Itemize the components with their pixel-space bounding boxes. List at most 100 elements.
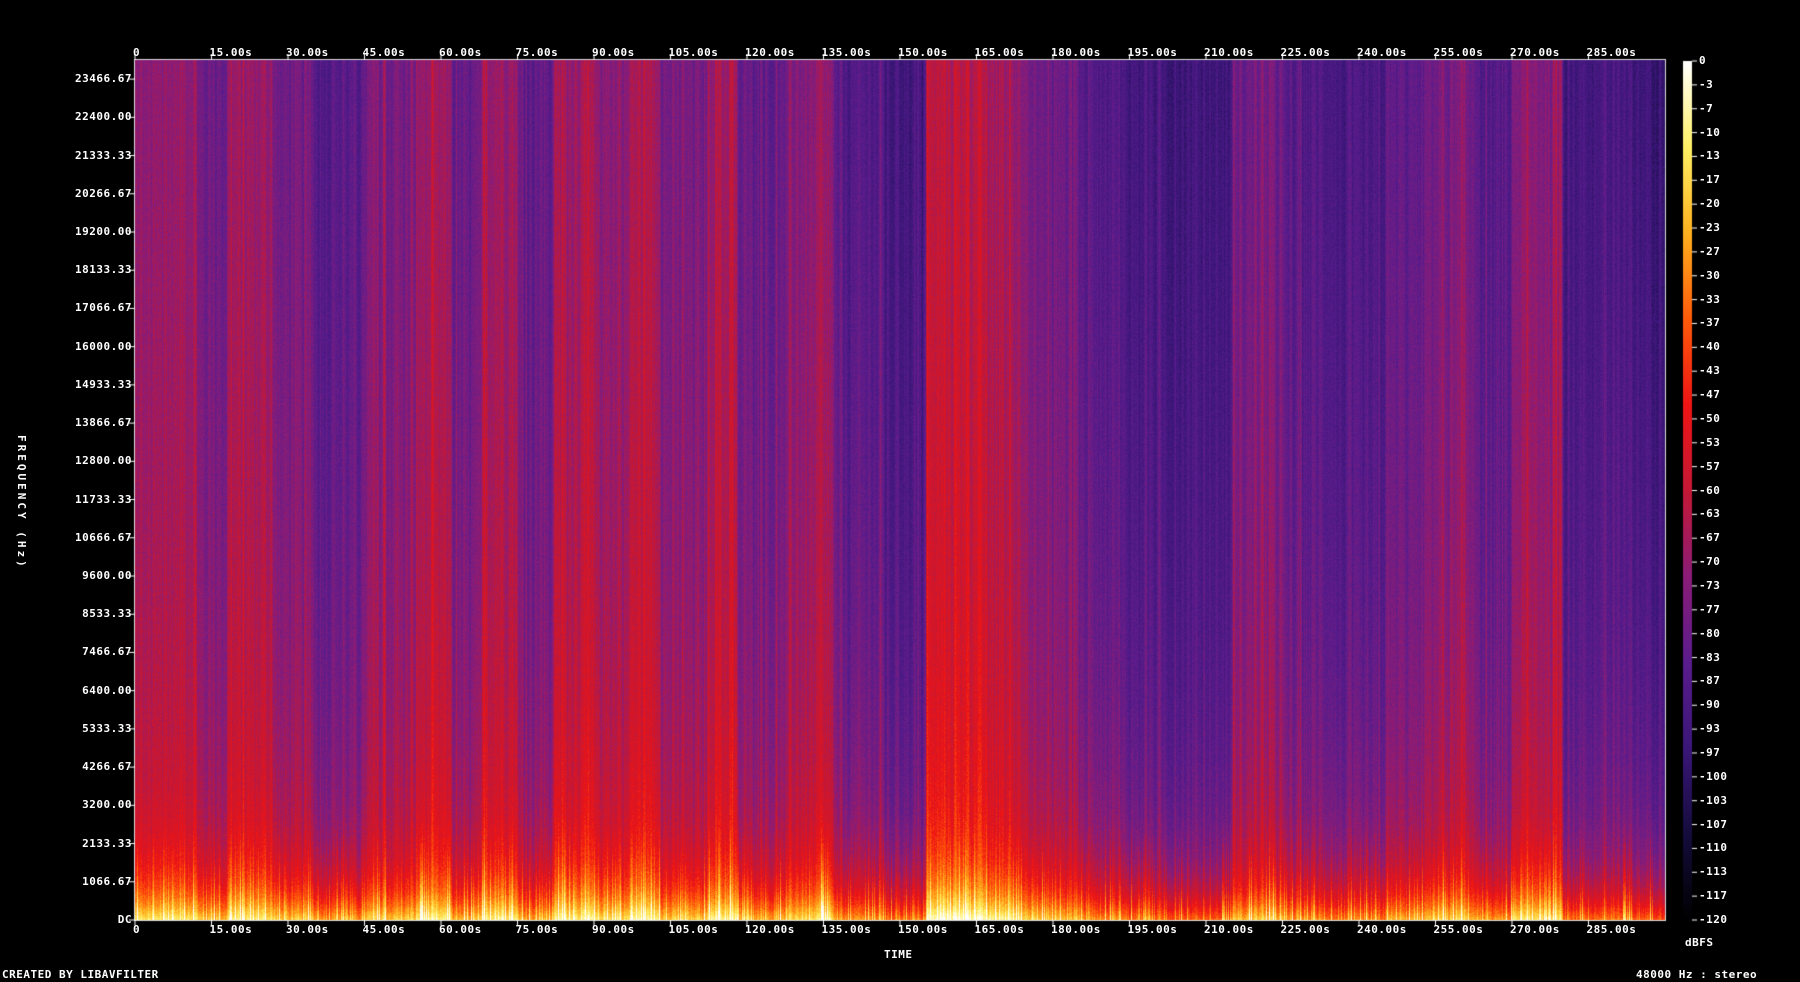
x-tick-label-bottom: 105.00s xyxy=(668,923,719,936)
x-tick-label-bottom: 0 xyxy=(133,923,141,936)
footer-left: CREATED BY LIBAVFILTER xyxy=(2,968,159,981)
colorbar-tick-label: -47 xyxy=(1699,388,1721,402)
x-tick-label-bottom: 255.00s xyxy=(1433,923,1484,936)
colorbar-tick-label: -50 xyxy=(1699,411,1721,425)
y-tick-label: 1066.67 xyxy=(82,874,132,888)
x-tick-label-bottom: 195.00s xyxy=(1127,923,1178,936)
colorbar-tick-label: -57 xyxy=(1699,459,1721,473)
y-tick-label: 4266.67 xyxy=(82,760,132,774)
x-tick-label-top: 90.00s xyxy=(592,46,635,59)
x-tick-label-bottom: 120.00s xyxy=(745,923,795,936)
colorbar-tick-label: -70 xyxy=(1699,555,1721,569)
x-tick-label-bottom: 75.00s xyxy=(515,923,559,936)
x-tick-label-top: 0 xyxy=(133,46,141,59)
colorbar-tick-label: -73 xyxy=(1699,578,1721,592)
x-tick-label-bottom: 240.00s xyxy=(1357,923,1407,936)
colorbar-tick-label: -113 xyxy=(1699,865,1728,879)
x-tick-label-bottom: 165.00s xyxy=(974,923,1025,936)
x-tick-label-top: 45.00s xyxy=(362,46,406,59)
x-tick-label-bottom: 225.00s xyxy=(1280,923,1331,936)
colorbar-tick-label: -27 xyxy=(1699,244,1721,258)
colorbar-tick-label: -110 xyxy=(1699,841,1728,855)
x-tick-label-bottom: 180.00s xyxy=(1051,923,1101,936)
y-tick-label: 8533.33 xyxy=(82,607,132,621)
y-tick-label: 7466.67 xyxy=(82,645,132,659)
x-tick-label-bottom: 135.00s xyxy=(821,923,872,936)
x-tick-label-bottom: 30.00s xyxy=(286,923,329,936)
x-tick-label-top: 180.00s xyxy=(1051,46,1101,59)
colorbar-tick-label: -117 xyxy=(1699,889,1728,903)
colorbar-tick-label: -93 xyxy=(1699,722,1721,736)
colorbar-tick-label: -100 xyxy=(1699,769,1728,783)
x-tick-label-bottom: 45.00s xyxy=(362,923,406,936)
x-tick-label-top: 225.00s xyxy=(1280,46,1331,59)
colorbar-tick-label: -90 xyxy=(1699,698,1721,712)
colorbar-tick-label: -20 xyxy=(1699,197,1721,211)
x-tick-label-bottom: 60.00s xyxy=(439,923,482,936)
y-tick-label: 20266.67 xyxy=(75,186,132,200)
colorbar-tick-label: -7 xyxy=(1699,101,1714,115)
x-axis-label: TIME xyxy=(884,948,913,961)
y-tick-label: 16000.00 xyxy=(75,339,132,353)
x-tick-label-bottom: 150.00s xyxy=(898,923,948,936)
y-tick-label: 13866.67 xyxy=(75,416,132,430)
x-tick-label-bottom: 15.00s xyxy=(209,923,253,936)
colorbar-tick-label: -37 xyxy=(1699,316,1721,330)
colorbar-tick-label: -120 xyxy=(1699,913,1728,926)
x-tick-label-top: 60.00s xyxy=(439,46,482,59)
y-tick-label: 5333.33 xyxy=(82,721,132,735)
colorbar-tick-label: -107 xyxy=(1699,817,1728,831)
colorbar-tick-label: -77 xyxy=(1699,602,1721,616)
y-tick-label: 23466.67 xyxy=(75,72,132,86)
colorbar-tick-label: -13 xyxy=(1699,149,1721,163)
y-tick-label: 12800.00 xyxy=(75,454,132,468)
colorbar-tick-label: -87 xyxy=(1699,674,1721,688)
footer-right: 48000 Hz : stereo xyxy=(1636,968,1758,981)
y-tick-label: 10666.67 xyxy=(75,530,132,544)
x-tick-label-bottom: 210.00s xyxy=(1204,923,1254,936)
colorbar-tick-label: -103 xyxy=(1699,793,1728,807)
x-tick-label-top: 75.00s xyxy=(515,46,559,59)
colorbar-tick-label: -97 xyxy=(1699,745,1721,759)
colorbar-tick-label: -53 xyxy=(1699,435,1721,449)
colorbar-tick-label: -67 xyxy=(1699,531,1721,545)
colorbar-tick-label: -43 xyxy=(1699,364,1721,378)
x-tick-label-top: 165.00s xyxy=(974,46,1025,59)
y-tick-label: 21333.33 xyxy=(75,148,132,162)
y-tick-label: 3200.00 xyxy=(82,798,132,812)
colorbar-tick-label: -23 xyxy=(1699,221,1721,235)
y-tick-label: 11733.33 xyxy=(75,492,132,506)
y-tick-label: 14933.33 xyxy=(75,377,132,391)
x-tick-label-top: 30.00s xyxy=(286,46,329,59)
colorbar-tick-label: -33 xyxy=(1699,292,1721,306)
y-tick-label: 22400.00 xyxy=(75,110,132,124)
colorbar-tick-label: -60 xyxy=(1699,483,1721,497)
x-tick-label-bottom: 285.00s xyxy=(1586,923,1637,936)
colorbar-tick-label: 0 xyxy=(1699,54,1707,67)
y-tick-label: 17066.67 xyxy=(75,301,132,315)
x-tick-label-top: 285.00s xyxy=(1586,46,1637,59)
colorbar-tick-label: -80 xyxy=(1699,626,1721,640)
x-tick-label-top: 15.00s xyxy=(209,46,253,59)
x-tick-label-top: 120.00s xyxy=(745,46,795,59)
y-axis-label: FREQUENCY (Hz) xyxy=(15,435,28,570)
x-tick-label-top: 210.00s xyxy=(1204,46,1254,59)
x-tick-label-top: 270.00s xyxy=(1510,46,1560,59)
colorbar-tick-label: -63 xyxy=(1699,507,1721,521)
y-tick-label: 9600.00 xyxy=(82,569,132,582)
x-tick-label-top: 105.00s xyxy=(668,46,719,59)
y-tick-label: 18133.33 xyxy=(75,263,132,277)
colorbar-tick-label: -30 xyxy=(1699,268,1721,282)
y-tick-label: 19200.00 xyxy=(75,225,132,238)
x-tick-label-top: 135.00s xyxy=(821,46,872,59)
x-tick-label-top: 150.00s xyxy=(898,46,948,59)
colorbar-tick-label: -3 xyxy=(1699,77,1714,91)
y-tick-label: DC xyxy=(117,913,132,926)
colorbar-tick-label: -83 xyxy=(1699,650,1721,664)
colorbar-tick-label: -10 xyxy=(1699,125,1721,139)
y-tick-label: 2133.33 xyxy=(82,836,132,850)
x-tick-label-bottom: 270.00s xyxy=(1510,923,1560,936)
x-tick-label-bottom: 90.00s xyxy=(592,923,635,936)
colorbar-tick-label: -17 xyxy=(1699,173,1721,187)
x-tick-label-top: 195.00s xyxy=(1127,46,1178,59)
